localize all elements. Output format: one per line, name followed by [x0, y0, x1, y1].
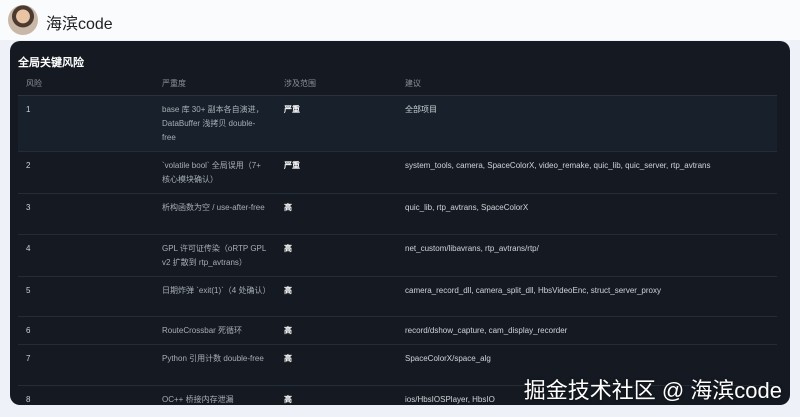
row-id: 4 — [18, 234, 154, 277]
table-row: 4 GPL 许可证传染（oRTP GPL v2 扩散到 rtp_avtrans）高… — [18, 234, 777, 277]
severity-cell: 高 — [276, 316, 397, 345]
scope-cell: camera_record_dll, camera_split_dll, Hbs… — [397, 276, 777, 317]
table-row: 6 RouteCrossbar 死循环高 record/dshow_capture,… — [18, 316, 777, 345]
table-row: 3 析构函数为空 / use-after-free 高 quic_lib, rtp_a… — [18, 193, 777, 235]
scope-cell: net_custom/libavrans, rtp_avtrans/rtp/ — [397, 234, 777, 277]
table-row: 5 日期炸弹 `exit(1)`（4 处确认）高 camera_record_dll… — [18, 276, 777, 317]
row-id: 7 — [18, 344, 154, 386]
risk-table: 风险 严重度 涉及范围 建议 1 base 库 30+ 副本各自演进，DataBu… — [18, 72, 777, 405]
table-row: 2 `volatile bool` 全局误用（7+ 核心模块确认） 严重 system… — [18, 151, 777, 194]
col-header: 严重度 — [154, 72, 276, 96]
card-title: 全局关键风险 — [18, 57, 84, 69]
row-id: 1 — [18, 95, 154, 152]
row-id: 5 — [18, 276, 154, 317]
severity-cell: 高 — [276, 234, 397, 277]
avatar[interactable] — [8, 5, 38, 35]
severity-cell: 严重 — [276, 151, 397, 194]
col-header: 风险 — [18, 72, 154, 96]
col-header: 涉及范围 — [276, 72, 397, 96]
severity-cell: 高 — [276, 193, 397, 235]
row-id: 2 — [18, 151, 154, 194]
risk-cell: RouteCrossbar 死循环 — [154, 316, 276, 345]
risk-cell: OC++ 桥接内存泄漏 — [154, 385, 276, 405]
row-id: 3 — [18, 193, 154, 235]
severity-cell: 高 — [276, 276, 397, 317]
severity-cell: 高 — [276, 344, 397, 386]
risk-cell: 析构函数为空 / use-after-free — [154, 193, 276, 235]
col-header: 建议 — [397, 72, 777, 96]
table-header: 风险 严重度 涉及范围 建议 — [18, 72, 777, 96]
severity-cell: 严重 — [276, 95, 397, 152]
risk-cell: base 库 30+ 副本各自演进，DataBuffer 浅拷贝 double-… — [154, 95, 276, 152]
risk-cell: Python 引用计数 double-free — [154, 344, 276, 386]
severity-cell: 高 — [276, 385, 397, 405]
risk-card: 全局关键风险 风险 严重度 涉及范围 建议 1 base 库 30+ 副本各自演进… — [10, 41, 790, 405]
scope-cell: 全部项目 — [397, 95, 777, 152]
scope-cell: record/dshow_capture, cam_display_record… — [397, 316, 777, 345]
header-bar: 海滨code — [0, 0, 800, 40]
risk-cell: `volatile bool` 全局误用（7+ 核心模块确认） — [154, 151, 276, 194]
risk-cell: GPL 许可证传染（oRTP GPL v2 扩散到 rtp_avtrans） — [154, 234, 276, 277]
row-id: 6 — [18, 316, 154, 345]
username[interactable]: 海滨code — [46, 10, 113, 34]
row-id: 8 — [18, 385, 154, 405]
scope-cell: quic_lib, rtp_avtrans, SpaceColorX — [397, 193, 777, 235]
table-row: 1 base 库 30+ 副本各自演进，DataBuffer 浅拷贝 double… — [18, 95, 777, 152]
watermark: 掘金技术社区 @ 海滨code — [523, 378, 782, 403]
risk-cell: 日期炸弹 `exit(1)`（4 处确认） — [154, 276, 276, 317]
scope-cell: system_tools, camera, SpaceColorX, video… — [397, 151, 777, 194]
